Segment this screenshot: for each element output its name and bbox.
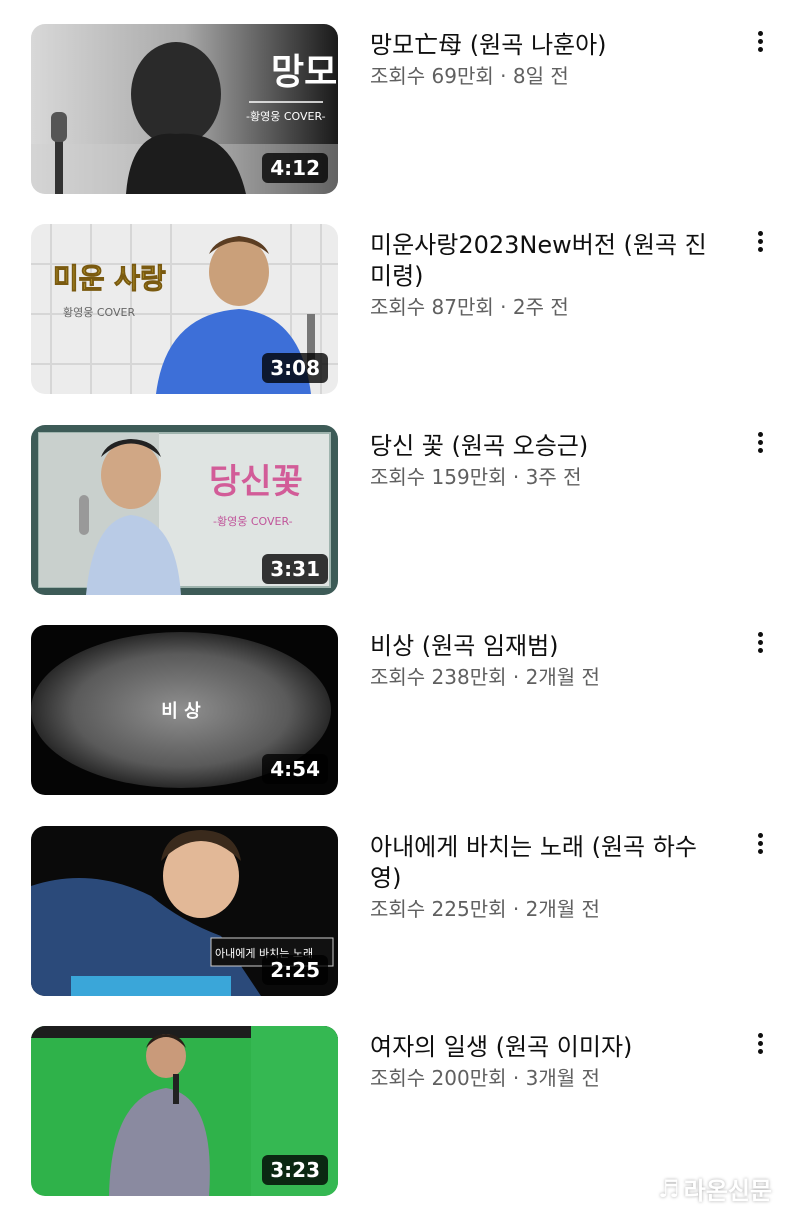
- watermark-text: 라온신문: [683, 1177, 772, 1205]
- duration-badge: 3:23: [262, 1155, 328, 1185]
- thumb-sub-text: -황영웅 COVER-: [246, 110, 326, 123]
- thumb-title-text: 비 상: [161, 701, 201, 722]
- video-thumbnail[interactable]: 비 상 4:54: [31, 625, 338, 795]
- more-options-icon[interactable]: [748, 1030, 772, 1060]
- more-options-icon[interactable]: [748, 28, 772, 58]
- video-item[interactable]: 비 상 4:54 비상 (원곡 임재범) 조회수 238만회 · 2개월 전: [0, 625, 790, 795]
- video-title[interactable]: 비상 (원곡 임재범) 조회수 238만회 · 2개월 전: [370, 631, 710, 691]
- watermark: ♬ 라온신문: [658, 1171, 772, 1206]
- video-title-text[interactable]: 당신 꽃 (원곡 오승근): [370, 431, 710, 462]
- thumb-title-text: 당신꽃: [209, 462, 303, 502]
- video-title[interactable]: 망모亡母 (원곡 나훈아) 조회수 69만회 · 8일 전: [370, 30, 710, 90]
- duration-badge: 4:54: [262, 754, 328, 784]
- more-options-icon[interactable]: [748, 429, 772, 459]
- more-options-icon[interactable]: [748, 228, 772, 258]
- video-meta: 조회수 200만회 · 3개월 전: [370, 1066, 600, 1090]
- video-title[interactable]: 아내에게 바치는 노래 (원곡 하수영) 조회수 225만회 · 2개월 전: [370, 832, 710, 923]
- video-item[interactable]: 미운 사랑 황영웅 COVER 3:08 미운사랑2023New버전 (원곡 진…: [0, 224, 790, 394]
- video-title[interactable]: 미운사랑2023New버전 (원곡 진미령) 조회수 87만회 · 2주 전: [370, 230, 710, 321]
- video-title-text[interactable]: 미운사랑2023New버전 (원곡 진미령): [370, 230, 710, 292]
- video-title-text[interactable]: 여자의 일생 (원곡 이미자): [370, 1032, 710, 1063]
- video-meta: 조회수 69만회 · 8일 전: [370, 64, 569, 88]
- video-title[interactable]: 여자의 일생 (원곡 이미자) 조회수 200만회 · 3개월 전: [370, 1032, 710, 1092]
- video-thumbnail[interactable]: 미운 사랑 황영웅 COVER 3:08: [31, 224, 338, 394]
- thumb-title-text: 망모: [271, 52, 337, 93]
- more-options-icon[interactable]: [748, 629, 772, 659]
- video-meta: 조회수 238만회 · 2개월 전: [370, 665, 600, 689]
- duration-badge: 3:08: [262, 353, 328, 383]
- video-title-text[interactable]: 망모亡母 (원곡 나훈아): [370, 30, 710, 61]
- thumb-title-text: 미운 사랑: [53, 262, 166, 295]
- video-thumbnail[interactable]: 3:23: [31, 1026, 338, 1196]
- video-meta: 조회수 225만회 · 2개월 전: [370, 897, 600, 921]
- duration-badge: 3:31: [262, 554, 328, 584]
- thumb-sub-text: 황영웅 COVER: [63, 306, 135, 319]
- video-title[interactable]: 당신 꽃 (원곡 오승근) 조회수 159만회 · 3주 전: [370, 431, 710, 491]
- thumb-sub-text: -황영웅 COVER-: [213, 515, 293, 528]
- duration-badge: 4:12: [262, 153, 328, 183]
- video-meta: 조회수 159만회 · 3주 전: [370, 465, 582, 489]
- video-item[interactable]: 아내에게 바치는 노래 2:25 아내에게 바치는 노래 (원곡 하수영) 조회…: [0, 826, 790, 996]
- video-item[interactable]: 당신꽃 -황영웅 COVER- 3:31 당신 꽃 (원곡 오승근) 조회수 1…: [0, 425, 790, 595]
- video-item[interactable]: 망모 -황영웅 COVER- 4:12 망모亡母 (원곡 나훈아) 조회수 69…: [0, 24, 790, 194]
- music-note-icon: ♬: [658, 1174, 680, 1203]
- video-title-text[interactable]: 아내에게 바치는 노래 (원곡 하수영): [370, 832, 710, 894]
- video-meta: 조회수 87만회 · 2주 전: [370, 295, 569, 319]
- video-thumbnail[interactable]: 망모 -황영웅 COVER- 4:12: [31, 24, 338, 194]
- video-thumbnail[interactable]: 아내에게 바치는 노래 2:25: [31, 826, 338, 996]
- more-options-icon[interactable]: [748, 830, 772, 860]
- duration-badge: 2:25: [262, 955, 328, 985]
- video-title-text[interactable]: 비상 (원곡 임재범): [370, 631, 710, 662]
- video-thumbnail[interactable]: 당신꽃 -황영웅 COVER- 3:31: [31, 425, 338, 595]
